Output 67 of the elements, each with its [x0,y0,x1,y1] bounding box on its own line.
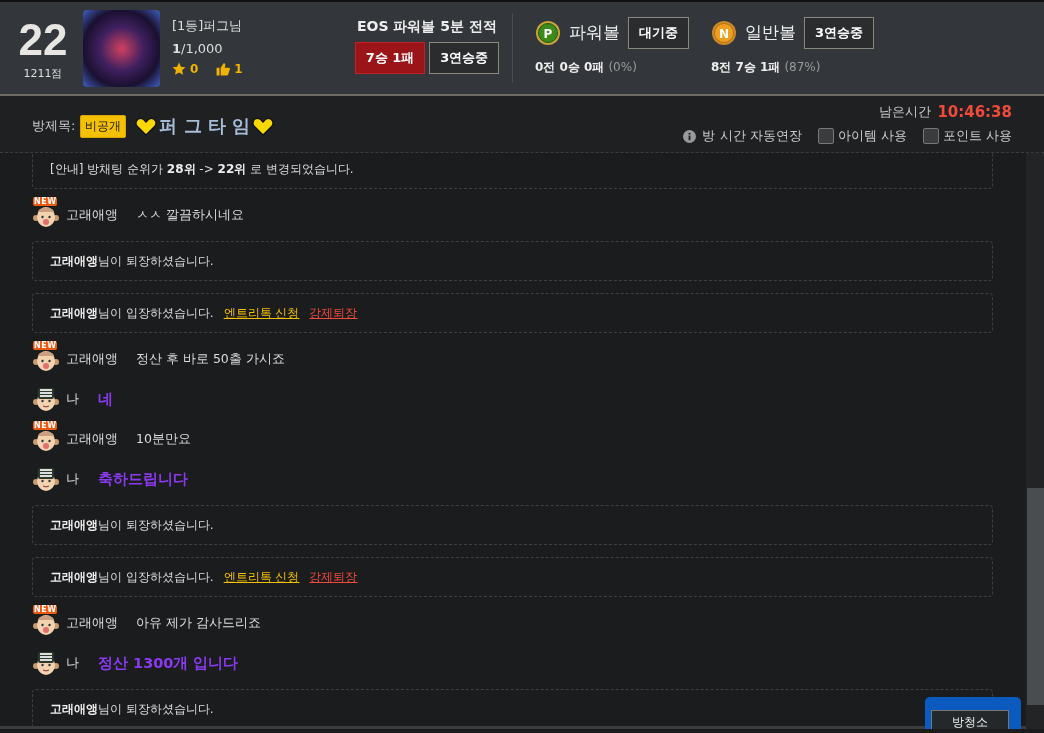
chat-message: 정산 1300개 입니다 [98,653,239,673]
sender-name: 나 [66,390,80,408]
ball-name: 일반볼 [745,21,796,44]
kick-link[interactable]: 강제퇴장 [309,304,358,322]
sender-name: 나 [66,654,80,672]
win-rate: (87%) [784,60,821,74]
status-badge: 대기중 [628,16,689,49]
new-badge: NEW [33,421,58,430]
sender-name: 고래애앵 [66,350,119,368]
heart-icon [135,116,158,136]
notice-text: 고래애앵님이 입장하셨습니다. [50,568,214,586]
coin-icon: P [535,19,561,46]
time-label: 남은시간 [879,103,932,121]
avatar-icon [32,465,60,493]
checkbox-label[interactable]: 포인트 사용 [942,127,1012,145]
auto-extend-label: 방 시간 자동연장 [702,127,802,145]
chat-message: 축하드립니다 [98,469,188,489]
chat-message: 아유 제가 감사드리죠 [136,614,261,632]
sender-name: 고래애앵 [66,430,119,448]
privacy-badge: 비공개 [80,114,127,138]
sender-name: 고래애앵 [66,614,119,632]
coin-icon: N [711,19,737,46]
like-count: 1 [234,61,243,76]
score-text: 1211점 [23,65,63,81]
status-badge: 3연승중 [804,16,875,49]
sender-name: 고래애앵 [66,206,119,224]
username: [1등]퍼그님 [172,16,244,35]
notice-text: 고래애앵님이 퇴장하셨습니다. [50,516,214,534]
checkbox[interactable] [817,128,834,144]
checkbox-label[interactable]: 아이템 사용 [837,127,907,145]
remaining-time: 10:46:38 [937,103,1012,121]
chat-message: ㅅㅅ 깔끔하시네요 [136,206,244,224]
new-badge: NEW [33,197,58,206]
record-text: 8전 7승 1패 [711,58,781,76]
info-icon [683,129,697,143]
streak-badge: 3연승중 [429,42,500,74]
rank-number: 22 [18,15,68,64]
record-title: EOS 파워볼 5분 전적 [357,18,497,36]
entry-request-link[interactable]: 엔트리톡 신청 [223,568,300,586]
room-title: 퍼 그 타 임 [159,114,251,138]
room-title-label: 방제목: [32,117,76,135]
star-icon [172,61,186,76]
win-rate: (0%) [608,60,637,74]
ball-name: 파워볼 [569,21,620,44]
record-text: 0전 0승 0패 [535,58,605,76]
scrollbar-thumb[interactable] [1027,488,1044,705]
new-badge: NEW [33,341,58,350]
notice-text: 고래애앵님이 퇴장하셨습니다. [50,700,214,718]
chat-message: 정산 후 바로 50출 가시죠 [136,350,285,368]
new-badge: NEW [33,605,58,614]
entry-request-link[interactable]: 엔트리톡 신청 [223,304,300,322]
avatar-icon [32,385,60,413]
notice-text: 고래애앵님이 입장하셨습니다. [50,304,214,322]
chat-message: 10분만요 [136,430,191,448]
chat-message: 네 [98,389,113,409]
heart-icon [252,116,275,136]
clean-room-button[interactable]: 방청소 [931,710,1009,729]
sender-name: 나 [66,470,80,488]
avatar-icon [32,649,60,677]
points-text: 1/1,000 [172,40,224,56]
kick-link[interactable]: 강제퇴장 [309,568,358,586]
notice-text: [안내] 방채팅 순위가 28위 -> 22위 로 변경되었습니다. [50,160,354,178]
checkbox[interactable] [922,128,939,144]
thumbs-up-icon [216,61,231,76]
notice-text: 고래애앵님이 퇴장하셨습니다. [50,252,214,270]
star-count: 0 [190,61,199,76]
result-badge: 7승 1패 [354,42,426,74]
